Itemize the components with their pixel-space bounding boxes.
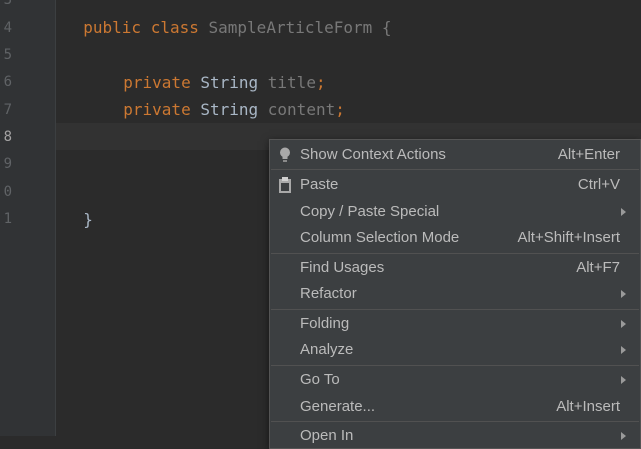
line-number: 3	[3, 0, 12, 8]
menu-item-go-to[interactable]: Go To	[270, 367, 640, 393]
line-number: 9	[3, 156, 12, 172]
menu-item-show-context-actions[interactable]: Show Context Actions Alt+Enter	[270, 142, 640, 168]
menu-item-shortcut: Ctrl+V	[577, 176, 620, 193]
class-name: SampleArticleForm {	[208, 18, 392, 37]
keyword: public	[83, 18, 142, 37]
menu-item-folding[interactable]: Folding	[270, 311, 640, 337]
menu-item-copy-paste-special[interactable]: Copy / Paste Special	[270, 199, 640, 225]
code-line-title-field[interactable]: private String title;	[104, 41, 325, 92]
menu-item-shortcut: Alt+Shift+Insert	[517, 229, 620, 246]
field-name: content	[267, 100, 336, 119]
closing-brace: }	[83, 210, 93, 229]
lightbulb-icon	[276, 142, 294, 168]
line-number: 1	[3, 211, 12, 227]
menu-item-analyze[interactable]: Analyze	[270, 337, 640, 363]
menu-item-label: Paste	[300, 176, 339, 193]
menu-item-label: Open In	[300, 427, 354, 444]
menu-separator	[271, 421, 639, 422]
menu-item-shortcut: Alt+Enter	[557, 146, 620, 163]
line-number: 7	[3, 102, 12, 118]
line-number: 6	[3, 74, 12, 90]
menu-item-label: Column Selection Mode	[300, 229, 460, 246]
menu-item-label: Analyze	[300, 341, 354, 358]
clipboard-icon	[276, 172, 294, 198]
menu-item-label: Folding	[300, 315, 350, 332]
code-line-closing-brace[interactable]: }	[64, 178, 93, 229]
menu-item-label: Show Context Actions	[300, 146, 446, 163]
line-number: 4	[3, 20, 12, 36]
line-number: 5	[3, 47, 12, 63]
editor-context-menu: Show Context Actions Alt+Enter Paste Ctr…	[269, 139, 641, 449]
submenu-arrow-icon	[621, 432, 626, 440]
menu-item-label: Find Usages	[300, 259, 385, 276]
menu-item-paste[interactable]: Paste Ctrl+V	[270, 172, 640, 198]
menu-item-label: Copy / Paste Special	[300, 203, 440, 220]
line-number-gutter: 3 4 5 6 7 8 9 0 1	[0, 0, 56, 436]
submenu-arrow-icon	[621, 290, 626, 298]
menu-item-open-in[interactable]: Open In	[270, 423, 640, 449]
menu-item-label: Generate...	[300, 398, 376, 415]
submenu-arrow-icon	[621, 208, 626, 216]
menu-item-shortcut: Alt+F7	[576, 259, 620, 276]
menu-separator	[271, 169, 639, 170]
submenu-arrow-icon	[621, 320, 626, 328]
menu-item-shortcut: Alt+Insert	[556, 398, 620, 415]
type-name: String	[200, 100, 259, 119]
menu-item-label: Go To	[300, 371, 340, 388]
menu-separator	[271, 309, 639, 310]
menu-item-column-selection-mode[interactable]: Column Selection Mode Alt+Shift+Insert	[270, 225, 640, 251]
submenu-arrow-icon	[621, 376, 626, 384]
semicolon: ;	[335, 100, 345, 119]
line-number: 0	[3, 184, 12, 200]
menu-separator	[271, 253, 639, 254]
line-number-current: 8	[3, 129, 12, 145]
keyword: class	[150, 18, 199, 37]
submenu-arrow-icon	[621, 346, 626, 354]
menu-item-label: Refactor	[300, 285, 357, 302]
keyword: private	[123, 100, 191, 119]
menu-item-generate[interactable]: Generate... Alt+Insert	[270, 394, 640, 420]
menu-separator	[271, 365, 639, 366]
code-line-class-decl[interactable]: public class SampleArticleForm {	[64, 0, 391, 37]
code-line-content-field[interactable]: private String content;	[104, 68, 345, 119]
menu-item-refactor[interactable]: Refactor	[270, 281, 640, 307]
menu-item-find-usages[interactable]: Find Usages Alt+F7	[270, 255, 640, 281]
